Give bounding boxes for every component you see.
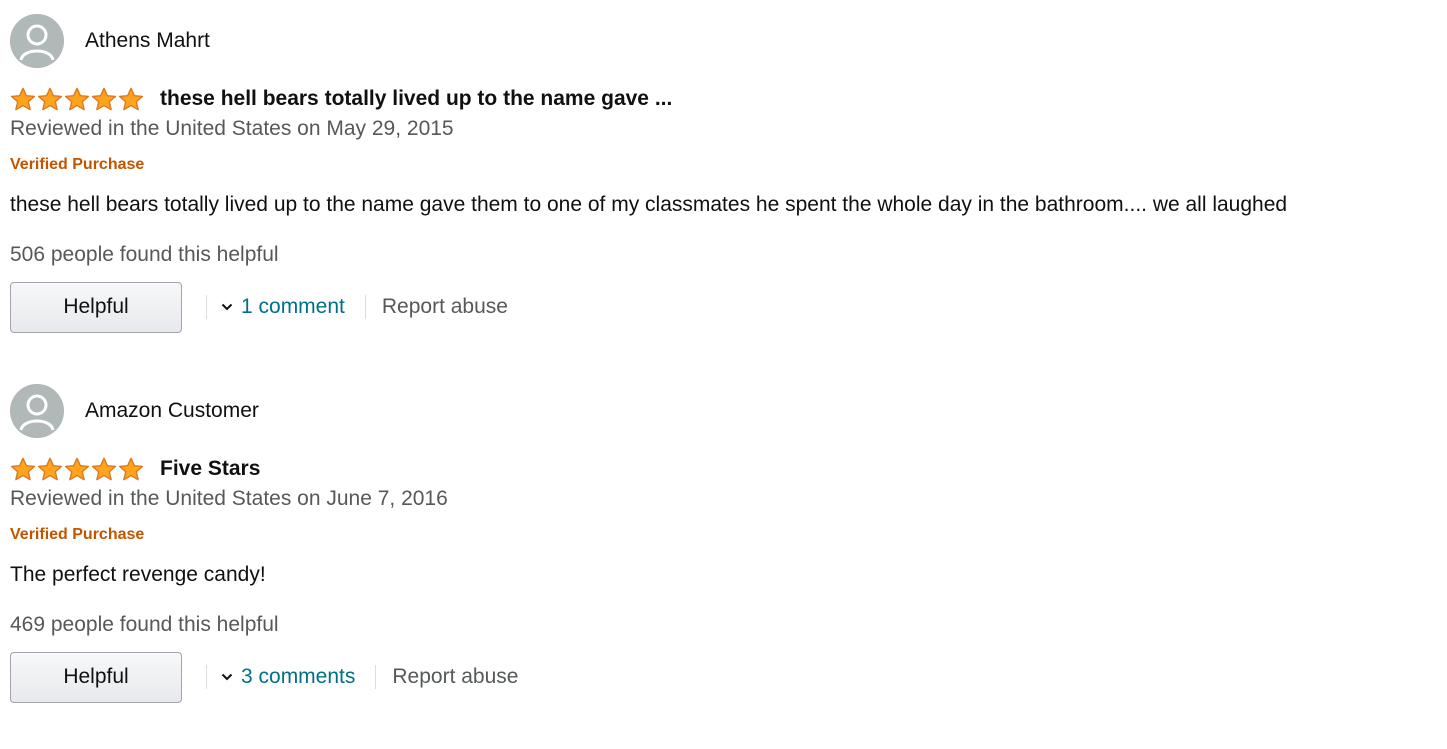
review-date: Reviewed in the United States on May 29,…	[10, 117, 454, 140]
default-user-avatar-icon[interactable]	[10, 14, 64, 68]
review-title-row: Five Stars	[10, 455, 260, 483]
chevron-down-icon	[221, 673, 233, 681]
helpful-button[interactable]: Helpful	[10, 281, 182, 333]
filled-star-icon	[10, 87, 36, 110]
review-actions: Helpful 3 comments Report abuse	[10, 651, 518, 703]
reviewer-name[interactable]: Athens Mahrt	[85, 29, 210, 53]
comments-link[interactable]: 3 comments	[221, 665, 355, 689]
review-body: The perfect revenge candy!	[10, 563, 266, 586]
comments-link-label[interactable]: 1 comment	[241, 295, 345, 319]
verified-purchase-badge: Verified Purchase	[10, 156, 145, 173]
reviewer-profile[interactable]: Athens Mahrt	[10, 13, 210, 69]
filled-star-icon	[37, 87, 63, 110]
report-abuse-link[interactable]: Report abuse	[382, 295, 508, 319]
filled-star-icon	[64, 457, 90, 480]
filled-star-icon	[118, 457, 144, 480]
review-date: Reviewed in the United States on June 7,…	[10, 487, 448, 510]
divider	[364, 295, 366, 319]
verified-purchase-badge: Verified Purchase	[10, 526, 145, 543]
helpful-button[interactable]: Helpful	[10, 651, 182, 703]
review-title[interactable]: Five Stars	[160, 457, 260, 481]
star-rating[interactable]	[10, 456, 145, 482]
divider	[206, 665, 207, 689]
filled-star-icon	[91, 457, 117, 480]
chevron-down-icon	[221, 303, 233, 311]
reviewer-profile[interactable]: Amazon Customer	[10, 383, 259, 439]
helpful-count: 506 people found this helpful	[10, 243, 279, 266]
review-title-row: these hell bears totally lived up to the…	[10, 85, 672, 113]
comments-link-label[interactable]: 3 comments	[241, 665, 355, 689]
reviewer-name[interactable]: Amazon Customer	[85, 399, 259, 423]
filled-star-icon	[37, 457, 63, 480]
default-user-avatar-icon[interactable]	[10, 384, 64, 438]
review-body: these hell bears totally lived up to the…	[10, 193, 1288, 216]
review-actions: Helpful 1 comment Report abuse	[10, 281, 508, 333]
filled-star-icon	[64, 87, 90, 110]
review-title[interactable]: these hell bears totally lived up to the…	[160, 87, 672, 111]
divider	[206, 295, 207, 319]
helpful-count: 469 people found this helpful	[10, 613, 279, 636]
divider	[375, 665, 377, 689]
filled-star-icon	[118, 87, 144, 110]
comments-link[interactable]: 1 comment	[221, 295, 345, 319]
filled-star-icon	[10, 457, 36, 480]
star-rating[interactable]	[10, 86, 145, 112]
report-abuse-link[interactable]: Report abuse	[392, 665, 518, 689]
filled-star-icon	[91, 87, 117, 110]
